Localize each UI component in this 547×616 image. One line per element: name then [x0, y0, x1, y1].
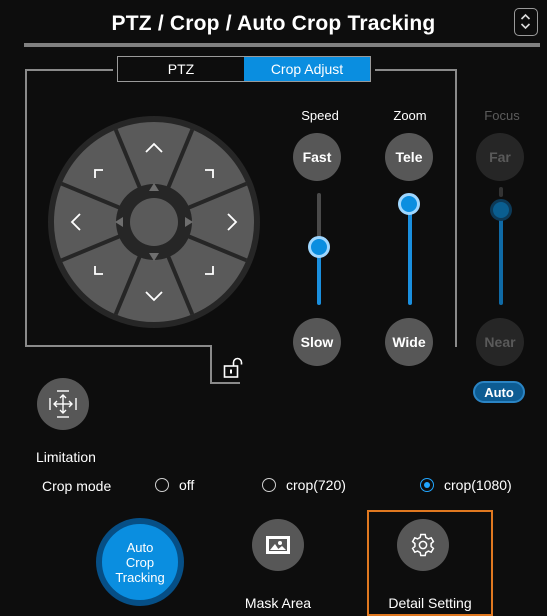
mask-area-label: Mask Area: [244, 595, 312, 611]
focus-slider-track-upper: [499, 187, 503, 197]
gear-icon: [411, 533, 435, 557]
frame-line: [25, 69, 27, 347]
crop-mode-off-option[interactable]: off: [155, 477, 194, 493]
frame-line: [375, 69, 457, 71]
title-divider: [24, 43, 540, 47]
frame-line: [455, 69, 457, 347]
frame-line: [210, 345, 212, 383]
crop-mode-720-radio[interactable]: [262, 478, 276, 492]
collapse-toggle-button[interactable]: [514, 8, 538, 36]
direction-pad: [48, 116, 260, 328]
zoom-slider-track-filled: [408, 205, 412, 305]
tab-crop-adjust[interactable]: Crop Adjust: [244, 57, 370, 81]
crop-mode-1080-label: crop(1080): [444, 477, 512, 493]
crop-mode-720-label: crop(720): [286, 477, 346, 493]
limitation-icon: [49, 390, 77, 418]
focus-near-button[interactable]: Near: [476, 318, 524, 366]
focus-far-button[interactable]: Far: [476, 133, 524, 181]
mode-tabs: PTZ Crop Adjust: [117, 56, 371, 82]
crop-mode-label: Crop mode: [42, 478, 112, 494]
mask-area-icon: [266, 536, 290, 554]
crop-mode-1080-radio[interactable]: [420, 478, 434, 492]
speed-fast-button[interactable]: Fast: [293, 133, 341, 181]
zoom-tele-button[interactable]: Tele: [385, 133, 433, 181]
focus-label: Focus: [484, 108, 520, 123]
frame-line: [25, 69, 113, 71]
page-title: PTZ / Crop / Auto Crop Tracking: [111, 12, 436, 35]
frame-line: [25, 345, 211, 347]
zoom-wide-button[interactable]: Wide: [385, 318, 433, 366]
auto-crop-tracking-label: Auto Crop Tracking: [115, 539, 165, 585]
mask-area-button[interactable]: [252, 519, 304, 571]
focus-slider-track-filled: [499, 209, 503, 305]
speed-slider-thumb[interactable]: [308, 236, 330, 258]
tab-ptz[interactable]: PTZ: [118, 57, 244, 81]
crop-mode-1080-option[interactable]: crop(1080): [420, 477, 512, 493]
limitation-label: Limitation: [36, 449, 96, 465]
frame-line: [210, 382, 240, 384]
speed-label: Speed: [301, 108, 339, 123]
zoom-slider-thumb[interactable]: [398, 193, 420, 215]
crop-mode-off-label: off: [179, 477, 195, 493]
auto-crop-tracking-button[interactable]: Auto Crop Tracking: [96, 518, 184, 606]
pad-home-button[interactable]: [130, 198, 178, 246]
limitation-button[interactable]: [37, 378, 89, 430]
unlock-icon: [223, 357, 243, 378]
up-down-chevron-icon: [520, 13, 531, 30]
detail-setting-label: Detail Setting: [388, 595, 472, 611]
crop-mode-off-radio[interactable]: [155, 478, 169, 492]
speed-slow-button[interactable]: Slow: [293, 318, 341, 366]
crop-mode-720-option[interactable]: crop(720): [262, 477, 346, 493]
lock-button[interactable]: [222, 357, 244, 379]
focus-slider-thumb[interactable]: [490, 199, 512, 221]
focus-auto-button[interactable]: Auto: [473, 381, 525, 403]
zoom-label: Zoom: [393, 108, 427, 123]
detail-setting-button[interactable]: [397, 519, 449, 571]
